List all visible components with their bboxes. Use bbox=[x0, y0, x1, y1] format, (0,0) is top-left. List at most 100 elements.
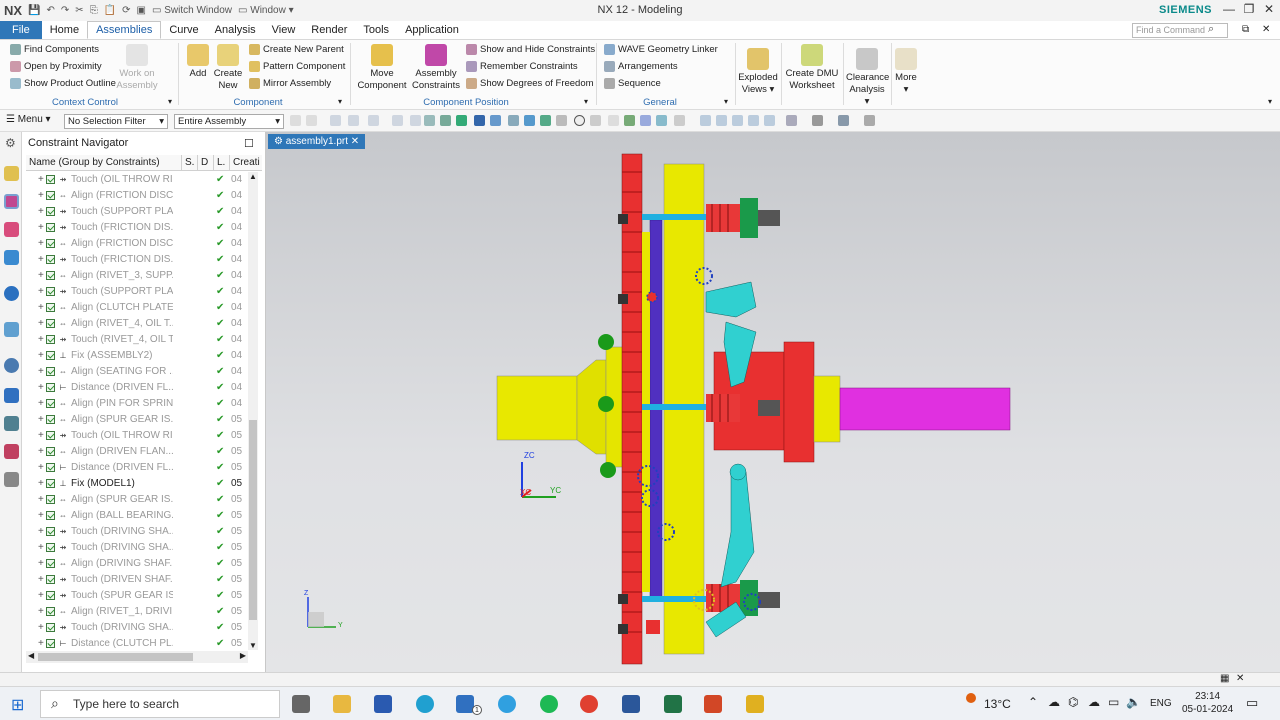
expand-icon[interactable]: + bbox=[38, 254, 46, 265]
checkbox[interactable] bbox=[46, 318, 55, 328]
table-row[interactable]: + ⊥ Fix (MODEL1) ✔ 05 bbox=[26, 475, 258, 491]
nx-app-icon[interactable] bbox=[746, 695, 764, 713]
table-row[interactable]: + ⇸ Touch (DRIVING SHA... ✔ 05 bbox=[26, 539, 258, 555]
network-icon[interactable]: ⌬ bbox=[1068, 695, 1078, 709]
expand-icon[interactable]: + bbox=[38, 494, 46, 505]
scroll-left-icon[interactable]: ◀ bbox=[28, 651, 34, 660]
selection-scope-select[interactable]: Entire Assembly ▾ bbox=[174, 114, 284, 129]
expand-icon[interactable]: + bbox=[38, 606, 46, 617]
expand-icon[interactable]: + bbox=[38, 542, 46, 553]
word-icon[interactable] bbox=[622, 695, 640, 713]
display-options-icon[interactable] bbox=[864, 115, 875, 126]
chevron-up-icon[interactable]: ⌃ bbox=[1028, 695, 1038, 709]
bookmark-icon[interactable] bbox=[674, 115, 685, 126]
undo-icon[interactable]: ↶ bbox=[47, 5, 55, 16]
onedrive-icon[interactable]: ☁ bbox=[1048, 695, 1060, 709]
checkbox[interactable] bbox=[46, 206, 55, 216]
copy-icon[interactable]: ⎘ bbox=[90, 5, 98, 16]
notifications-icon[interactable]: ▭ bbox=[1246, 695, 1258, 711]
telegram-icon[interactable] bbox=[498, 695, 516, 713]
edge-icon[interactable] bbox=[416, 695, 434, 713]
circle-icon[interactable] bbox=[574, 115, 585, 126]
table-row[interactable]: + ⇔ Align (RIVET_1, DRIVI... ✔ 05 bbox=[26, 603, 258, 619]
expand-icon[interactable]: + bbox=[38, 526, 46, 537]
tab-application[interactable]: Application bbox=[397, 21, 467, 39]
curve-icon[interactable] bbox=[490, 115, 501, 126]
expand-icon[interactable]: + bbox=[38, 270, 46, 281]
reset-icon[interactable]: ✕ bbox=[1236, 673, 1244, 684]
expand-icon[interactable]: + bbox=[38, 174, 46, 185]
move-component-button[interactable]: Move Component bbox=[356, 44, 408, 92]
chrome-icon[interactable] bbox=[580, 695, 598, 713]
show-degrees-of-freedom-button[interactable]: Show Degrees of Freedom bbox=[466, 78, 594, 89]
tab-assemblies[interactable]: Assemblies bbox=[87, 21, 162, 39]
language-indicator[interactable]: ENG bbox=[1150, 698, 1172, 709]
table-row[interactable]: + ⇸ Touch (SPUR GEAR IS... ✔ 05 bbox=[26, 587, 258, 603]
scroll-down-icon[interactable]: ▼ bbox=[249, 641, 257, 650]
scroll-up-icon[interactable]: ▲ bbox=[249, 172, 257, 181]
open-by-proximity-button[interactable]: Open by Proximity bbox=[10, 61, 102, 72]
expand-icon[interactable]: + bbox=[38, 206, 46, 217]
expand-icon[interactable]: + bbox=[38, 190, 46, 201]
assembly-constraints-button[interactable]: Assembly Constraints bbox=[410, 44, 462, 92]
checkbox[interactable] bbox=[46, 542, 55, 552]
show-product-outline-button[interactable]: Show Product Outline bbox=[10, 78, 116, 89]
table-row[interactable]: + ⇔ Align (BALL BEARING... ✔ 05 bbox=[26, 507, 258, 523]
table-row[interactable]: + ⇸ Touch (DRIVING SHA... ✔ 05 bbox=[26, 523, 258, 539]
wave-icon[interactable] bbox=[540, 115, 551, 126]
create-new-component-button[interactable]: Create New bbox=[212, 44, 244, 92]
table-row[interactable]: + ⊢ Distance (DRIVEN FL... ✔ 05 bbox=[26, 459, 258, 475]
checkbox[interactable] bbox=[46, 494, 55, 504]
checkbox[interactable] bbox=[46, 638, 55, 648]
restore-button[interactable]: ❐ bbox=[1240, 2, 1258, 16]
spotify-icon[interactable] bbox=[540, 695, 558, 713]
expand-icon[interactable]: + bbox=[38, 366, 46, 377]
table-row[interactable]: + ⇸ Touch (SUPPORT PLA... ✔ 04 bbox=[26, 283, 258, 299]
excel-icon[interactable] bbox=[664, 695, 682, 713]
save-icon[interactable]: 💾 bbox=[28, 5, 40, 16]
checkbox[interactable] bbox=[46, 574, 55, 584]
exploded-views-button[interactable]: Exploded Views ▾ bbox=[738, 48, 778, 96]
layer-icon[interactable] bbox=[786, 115, 797, 126]
process-studio-icon[interactable] bbox=[4, 388, 19, 403]
checkbox[interactable] bbox=[46, 238, 55, 248]
table-row[interactable]: + ⇔ Align (RIVET_4, OIL T... ✔ 04 bbox=[26, 315, 258, 331]
checkbox[interactable] bbox=[46, 286, 55, 296]
column-header-l[interactable]: L. bbox=[214, 155, 230, 170]
rectangle-select-icon[interactable] bbox=[410, 115, 421, 126]
center-icon[interactable] bbox=[590, 115, 601, 126]
chevron-down-icon[interactable]: ▾ bbox=[168, 97, 172, 106]
scroll-thumb[interactable] bbox=[38, 653, 193, 661]
tangent-icon[interactable] bbox=[624, 115, 635, 126]
tab-curve[interactable]: Curve bbox=[161, 21, 206, 39]
table-row[interactable]: + ⇔ Align (FRICTION DISC... ✔ 04 bbox=[26, 187, 258, 203]
checkbox[interactable] bbox=[46, 558, 55, 568]
store-icon[interactable] bbox=[374, 695, 392, 713]
horizontal-scrollbar[interactable]: ◀ ▶ bbox=[26, 651, 248, 663]
table-row[interactable]: + ⇔ Align (DRIVEN FLAN... ✔ 05 bbox=[26, 443, 258, 459]
checkbox[interactable] bbox=[46, 334, 55, 344]
checkbox[interactable] bbox=[46, 590, 55, 600]
expand-icon[interactable]: + bbox=[38, 558, 46, 569]
maximize-icon[interactable]: ☐ bbox=[244, 137, 254, 150]
expand-icon[interactable]: + bbox=[38, 302, 46, 313]
add-component-button[interactable]: Add bbox=[186, 44, 210, 80]
redo-icon[interactable]: ↷ bbox=[61, 5, 69, 16]
assembly-navigator-icon[interactable] bbox=[4, 222, 19, 237]
create-new-parent-button[interactable]: Create New Parent bbox=[249, 44, 344, 55]
table-row[interactable]: + ⇸ Touch (OIL THROW RI... ✔ 05 bbox=[26, 427, 258, 443]
sphere-icon[interactable] bbox=[640, 115, 651, 126]
sub-close-button[interactable]: ✕ bbox=[1262, 24, 1270, 35]
pattern-component-button[interactable]: Pattern Component bbox=[249, 61, 345, 72]
lasso-icon[interactable] bbox=[392, 115, 403, 126]
column-header-d[interactable]: D bbox=[198, 155, 214, 170]
checkbox[interactable] bbox=[46, 302, 55, 312]
tab-view[interactable]: View bbox=[264, 21, 304, 39]
table-row[interactable]: + ⇔ Align (SPUR GEAR IS... ✔ 05 bbox=[26, 491, 258, 507]
cloud-icon[interactable]: ☁ bbox=[1088, 695, 1100, 709]
table-row[interactable]: + ⇔ Align (SEATING FOR ... ✔ 04 bbox=[26, 363, 258, 379]
checkbox[interactable] bbox=[46, 382, 55, 392]
checkbox[interactable] bbox=[46, 606, 55, 616]
expand-icon[interactable]: + bbox=[38, 398, 46, 409]
pan-icon[interactable] bbox=[748, 115, 759, 126]
